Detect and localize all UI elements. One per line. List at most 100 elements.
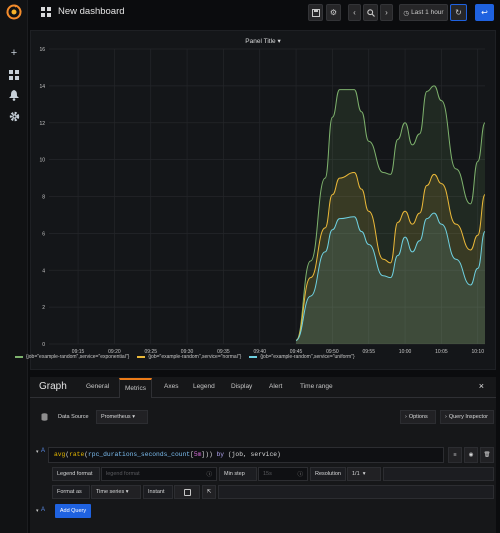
bell-icon[interactable] <box>8 89 20 101</box>
y-tick-label: 4 <box>42 268 45 274</box>
legend-label: {job="example-random",service="normal"} <box>148 354 242 360</box>
prometheus-link-button[interactable]: ⇱ <box>202 485 216 499</box>
resolution-select[interactable]: 1/1 ▾ <box>347 467 381 481</box>
y-tick-label: 14 <box>39 84 45 90</box>
add-query-ref: A <box>41 507 46 513</box>
row-filler <box>383 467 494 481</box>
graph-legend: {job="example-random",service="exponenti… <box>15 354 363 360</box>
side-menu: + <box>0 0 28 533</box>
settings-button[interactable]: ⚙ <box>326 4 341 21</box>
query-paren: )) <box>205 451 213 458</box>
tab-metrics[interactable]: Metrics <box>119 378 152 398</box>
y-tick-label: 12 <box>39 121 45 127</box>
min-step-label: Min step <box>219 467 257 481</box>
x-tick-label: 10:10 <box>471 349 484 355</box>
info-icon[interactable]: ⓘ <box>206 470 212 478</box>
editor-title: Graph <box>39 381 67 392</box>
trash-icon: 🗑 <box>483 452 491 458</box>
query-ref-id: A <box>41 448 46 454</box>
zoom-out-icon <box>366 8 375 17</box>
caret-down-icon: ▾ <box>362 471 366 477</box>
tab-alert[interactable]: Alert <box>269 383 282 390</box>
info-icon[interactable]: ⓘ <box>297 470 303 478</box>
tab-axes[interactable]: Axes <box>164 383 178 390</box>
graph-canvas[interactable]: 024681012141609:15 09:20 09:25 09:30 09:35 09… <box>31 31 497 371</box>
time-range-label: Last 1 hour <box>411 9 444 16</box>
save-dashboard-button[interactable] <box>308 4 323 21</box>
clock-icon: ◷ <box>403 9 410 17</box>
legend-swatch <box>15 355 23 358</box>
query-fn-avg: avg <box>54 451 66 458</box>
tab-divider <box>30 397 496 398</box>
zoom-out-button[interactable] <box>363 4 378 21</box>
options-toggle[interactable]: › Options <box>400 410 436 424</box>
y-tick-label: 2 <box>42 305 45 311</box>
instant-label: Instant <box>143 485 173 499</box>
legend-item[interactable]: {job="example-random",service="uniform"} <box>249 354 355 360</box>
y-tick-label: 8 <box>42 195 45 201</box>
instant-checkbox[interactable] <box>174 485 200 499</box>
promql-query-field[interactable]: avg(rate(rpc_durations_seconds_count[5m]… <box>48 447 444 463</box>
y-tick-label: 0 <box>42 342 45 348</box>
tab-time-range[interactable]: Time range <box>300 383 333 390</box>
chevron-right-icon: › <box>405 414 407 420</box>
query-menu-button[interactable]: ≡ <box>448 447 462 463</box>
legend-format-input[interactable]: legend format ⓘ <box>101 467 217 481</box>
query-inspector-button[interactable]: › Query Inspector <box>440 410 494 424</box>
time-forward-button[interactable]: › <box>380 4 393 21</box>
time-back-button[interactable]: ‹ <box>348 4 361 21</box>
eye-icon: ◉ <box>468 452 474 458</box>
gear-icon[interactable] <box>8 110 20 122</box>
collapse-query-icon[interactable]: ▾ <box>36 449 39 455</box>
legend-format-label: Legend format <box>52 467 100 481</box>
panel-editor: Graph General Metrics Axes Legend Displa… <box>30 377 496 533</box>
plus-icon[interactable]: + <box>8 47 20 59</box>
legend-swatch <box>137 355 146 358</box>
checkbox-icon <box>183 488 191 496</box>
refresh-icon: ↻ <box>455 8 462 17</box>
x-tick-label: 10:00 <box>399 349 412 355</box>
resolution-label: Resolution <box>310 467 346 481</box>
dashboard-navbar: New dashboard ⚙ ‹ › ◷ Last 1 hour ↻ ↩ <box>28 0 500 26</box>
dashboards-icon[interactable] <box>8 69 20 81</box>
dashboard-title[interactable]: New dashboard <box>58 6 125 17</box>
toggle-query-visibility[interactable]: ◉ <box>464 447 478 463</box>
grafana-logo[interactable] <box>6 4 22 20</box>
back-to-dashboard-button[interactable]: ↩ <box>475 4 494 21</box>
add-query-button[interactable]: Add Query <box>55 504 91 518</box>
tab-general[interactable]: General <box>86 383 109 390</box>
graph-panel: Panel Title ▾ 0 2 4 6 8 10 12 14 16 09:15 09:20 09:… <box>30 30 496 370</box>
close-editor-button[interactable]: × <box>479 381 484 391</box>
query-by-keyword: by <box>212 451 228 458</box>
collapse-icon: ▾ <box>36 508 39 514</box>
dashboard-grid-icon <box>41 7 51 17</box>
query-labels: (job, service) <box>227 451 281 458</box>
delete-query-button[interactable]: 🗑 <box>480 447 494 463</box>
row-filler <box>218 485 494 499</box>
tab-display[interactable]: Display <box>231 383 252 390</box>
format-as-select[interactable]: Time series ▾ <box>91 485 141 499</box>
settings-icon: ⚙ <box>329 8 338 17</box>
time-picker-button[interactable]: ◷ Last 1 hour <box>399 4 448 21</box>
y-tick-label: 10 <box>39 158 45 164</box>
menu-icon: ≡ <box>453 452 457 458</box>
tab-legend[interactable]: Legend <box>193 383 215 390</box>
x-tick-label: 10:05 <box>435 349 448 355</box>
refresh-button[interactable]: ↻ <box>450 4 467 21</box>
legend-label: {job="example-random",service="exponenti… <box>26 354 130 360</box>
chevron-left-icon: ‹ <box>353 8 356 17</box>
datasource-select[interactable]: Prometheus ▾ <box>96 410 148 424</box>
query-fn-rate: rate <box>69 451 85 458</box>
min-step-input[interactable]: 15s ⓘ <box>258 467 308 481</box>
save-icon <box>311 8 320 17</box>
legend-swatch <box>249 355 258 358</box>
legend-item[interactable]: {job="example-random",service="normal"} <box>137 354 241 360</box>
chevron-right-icon: › <box>445 414 447 420</box>
y-tick-label: 16 <box>39 47 45 53</box>
legend-item[interactable]: {job="example-random",service="exponenti… <box>15 354 129 360</box>
caret-down-icon: ▾ <box>132 414 135 420</box>
external-link-icon: ⇱ <box>206 489 212 495</box>
datasource-label: Data Source <box>54 410 96 424</box>
format-as-label: Format as <box>52 485 90 499</box>
back-icon: ↩ <box>481 8 488 17</box>
